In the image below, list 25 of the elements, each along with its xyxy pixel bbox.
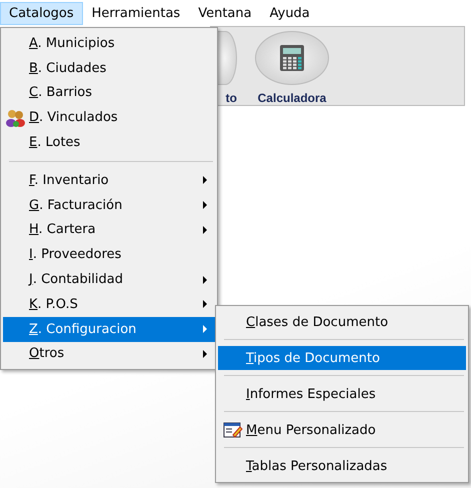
menu-item[interactable]: Clases de Documento	[218, 310, 466, 334]
form-edit-icon	[223, 421, 243, 439]
menu-item[interactable]: I. Proveedores	[3, 242, 215, 268]
menu-item[interactable]: A. Municipios	[3, 31, 215, 56]
menubar-item[interactable]: Ayuda	[260, 2, 319, 24]
menu-item[interactable]: G. Facturación	[3, 192, 215, 218]
menu-item[interactable]: Tablas Personalizadas	[218, 454, 466, 478]
people-icon	[6, 108, 26, 127]
menu-item[interactable]: H. Cartera	[3, 218, 215, 242]
calculator-icon	[279, 44, 305, 72]
menu-item[interactable]: J. Contabilidad	[3, 267, 215, 292]
menu-item[interactable]: Tipos de Documento	[218, 346, 466, 370]
menu-item[interactable]: C. Barrios	[3, 80, 215, 106]
menu-item[interactable]: Z. Configuracion	[3, 316, 215, 342]
menu-item[interactable]: D. Vinculados	[3, 105, 215, 130]
menu-item[interactable]: K. P.O.S	[3, 292, 215, 317]
menu-item[interactable]: E. Lotes	[3, 130, 215, 155]
menubar-item[interactable]: Catalogos	[0, 2, 83, 24]
menu-item[interactable]: Menu Personalizado	[218, 418, 466, 442]
menu-item[interactable]: B. Ciudades	[3, 56, 215, 81]
menu-item[interactable]: Informes Especiales	[218, 382, 466, 406]
menubar-item[interactable]: Herramientas	[82, 2, 190, 24]
menu-item[interactable]: Otros	[3, 342, 215, 366]
menu-item[interactable]: F. Inventario	[3, 168, 215, 193]
menubar-item[interactable]: Ventana	[189, 2, 261, 24]
